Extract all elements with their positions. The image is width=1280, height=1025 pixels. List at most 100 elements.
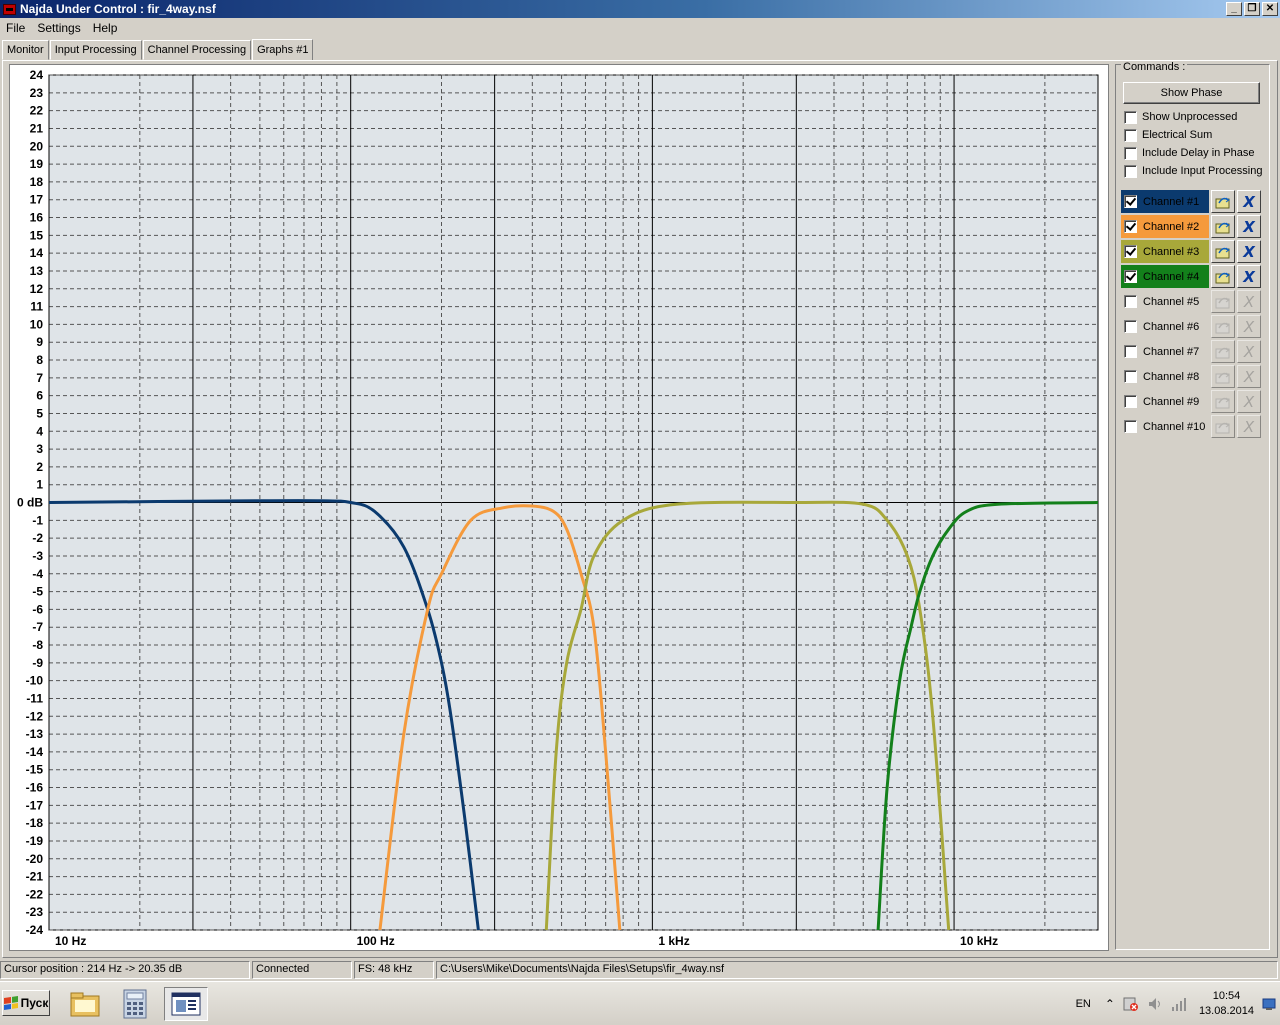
channel-checkbox[interactable]: [1124, 245, 1137, 258]
channel-checkbox[interactable]: [1124, 345, 1137, 358]
option-checkbox[interactable]: [1124, 128, 1137, 142]
language-indicator[interactable]: EN: [1076, 998, 1091, 1010]
channel-checkbox[interactable]: [1124, 295, 1137, 308]
commands-title: Commands :: [1121, 61, 1188, 73]
minimize-button[interactable]: _: [1226, 2, 1242, 16]
file-explorer-icon[interactable]: [66, 987, 104, 1021]
volume-icon[interactable]: [1147, 996, 1163, 1012]
folder-open-icon[interactable]: [1211, 415, 1235, 438]
clear-icon[interactable]: X: [1237, 265, 1261, 288]
folder-open-icon[interactable]: [1211, 315, 1235, 338]
option-checkbox[interactable]: [1124, 146, 1137, 160]
channel-label: Channel #1: [1143, 195, 1200, 208]
y-tick-label: 11: [30, 300, 43, 314]
folder-open-icon[interactable]: [1211, 265, 1235, 288]
clear-icon[interactable]: X: [1237, 340, 1261, 363]
menu-settings[interactable]: Settings: [31, 21, 86, 35]
channel-checkbox[interactable]: [1124, 370, 1137, 383]
tray-expand-icon[interactable]: ⌃: [1105, 997, 1115, 1011]
folder-open-icon[interactable]: [1211, 290, 1235, 313]
clear-icon[interactable]: X: [1237, 215, 1261, 238]
y-tick-label: 13: [30, 264, 44, 278]
channel-toggle-9[interactable]: Channel #9: [1121, 390, 1209, 413]
y-tick-label: -5: [32, 585, 43, 599]
y-tick-label: 7: [36, 371, 43, 385]
clear-icon[interactable]: X: [1237, 415, 1261, 438]
x-tick-label: 10 Hz: [55, 934, 86, 948]
folder-open-icon[interactable]: [1211, 215, 1235, 238]
channel-checkbox[interactable]: [1124, 270, 1137, 283]
tab-input-processing[interactable]: Input Processing: [49, 40, 142, 60]
y-tick-label: 21: [30, 121, 44, 135]
option-checkbox[interactable]: [1124, 110, 1137, 124]
y-tick-label: 24: [30, 68, 44, 82]
y-tick-label: -19: [26, 834, 44, 848]
channel-checkbox[interactable]: [1124, 320, 1137, 333]
calculator-icon[interactable]: [116, 987, 154, 1021]
clear-icon[interactable]: X: [1237, 390, 1261, 413]
y-tick-label: -13: [26, 727, 44, 741]
y-tick-label: 0 dB: [17, 496, 43, 510]
folder-open-icon[interactable]: [1211, 390, 1235, 413]
tab-channel-processing[interactable]: Channel Processing: [142, 40, 252, 60]
y-tick-label: -22: [26, 887, 44, 901]
channel-checkbox[interactable]: [1124, 220, 1137, 233]
clear-icon[interactable]: X: [1237, 290, 1261, 313]
tab-graphs-1[interactable]: Graphs #1: [252, 39, 314, 61]
clear-icon[interactable]: X: [1237, 315, 1261, 338]
option-include-delay-in-phase[interactable]: Include Delay in Phase: [1124, 145, 1255, 161]
channel-toggle-8[interactable]: Channel #8: [1121, 365, 1209, 388]
windows-logo-icon: [3, 996, 18, 1010]
y-tick-label: 15: [30, 228, 44, 242]
show-desktop-icon[interactable]: [1262, 997, 1276, 1011]
channel-toggle-6[interactable]: Channel #6: [1121, 315, 1209, 338]
clock[interactable]: 10:54 13.08.2014: [1199, 989, 1254, 1019]
channel-toggle-1[interactable]: Channel #1: [1121, 190, 1209, 213]
channel-toggle-10[interactable]: Channel #10: [1121, 415, 1209, 438]
y-tick-label: 12: [30, 282, 44, 296]
action-center-icon[interactable]: [1123, 996, 1139, 1012]
channel-checkbox[interactable]: [1124, 420, 1137, 433]
clear-icon[interactable]: X: [1237, 240, 1261, 263]
y-tick-label: 3: [36, 442, 43, 456]
option-include-input-processing[interactable]: Include Input Processing: [1124, 163, 1262, 179]
channel-row-9: Channel #9 X: [1121, 390, 1263, 413]
option-label: Include Delay in Phase: [1142, 147, 1255, 159]
menu-help[interactable]: Help: [87, 21, 124, 35]
channel-row-6: Channel #6 X: [1121, 315, 1263, 338]
close-button[interactable]: ✕: [1262, 2, 1278, 16]
option-checkbox[interactable]: [1124, 164, 1137, 178]
channel-toggle-5[interactable]: Channel #5: [1121, 290, 1209, 313]
option-electrical-sum[interactable]: Electrical Sum: [1124, 127, 1212, 143]
folder-open-icon[interactable]: [1211, 365, 1235, 388]
folder-open-icon[interactable]: [1211, 340, 1235, 363]
channel-toggle-7[interactable]: Channel #7: [1121, 340, 1209, 363]
clear-icon[interactable]: X: [1237, 365, 1261, 388]
app-icon: [3, 3, 16, 15]
y-tick-label: 6: [36, 389, 43, 403]
folder-open-icon[interactable]: [1211, 240, 1235, 263]
channel-toggle-2[interactable]: Channel #2: [1121, 215, 1209, 238]
network-signal-icon[interactable]: [1171, 996, 1187, 1012]
y-tick-label: -11: [26, 691, 43, 705]
channel-checkbox[interactable]: [1124, 395, 1137, 408]
restore-button[interactable]: ❐: [1244, 2, 1260, 16]
channel-toggle-4[interactable]: Channel #4: [1121, 265, 1209, 288]
show-phase-button[interactable]: Show Phase: [1123, 82, 1260, 104]
channel-checkbox[interactable]: [1124, 195, 1137, 208]
clear-icon[interactable]: X: [1237, 190, 1261, 213]
y-tick-label: -1: [32, 513, 43, 527]
status-bar: Cursor position : 214 Hz -> 20.35 dB Con…: [0, 961, 1280, 980]
option-show-unprocessed[interactable]: Show Unprocessed: [1124, 109, 1237, 125]
channel-label: Channel #3: [1143, 245, 1200, 258]
y-tick-label: -15: [26, 763, 44, 777]
najda-app-icon[interactable]: [164, 987, 208, 1021]
channel-toggle-3[interactable]: Channel #3: [1121, 240, 1209, 263]
start-button[interactable]: Пуск: [2, 990, 50, 1016]
y-tick-label: 4: [36, 424, 43, 438]
tab-monitor[interactable]: Monitor: [2, 40, 49, 60]
menu-file[interactable]: File: [0, 21, 31, 35]
folder-open-icon[interactable]: [1211, 190, 1235, 213]
chart-svg: 2423222120191817161514131211109876543210…: [17, 68, 1099, 948]
frequency-response-graph[interactable]: 24 23 22 21 20 19 18 17 16 15 14 13 12 11 10 9 8 7 6 5 4 3 2 1 0…: [9, 64, 1109, 951]
